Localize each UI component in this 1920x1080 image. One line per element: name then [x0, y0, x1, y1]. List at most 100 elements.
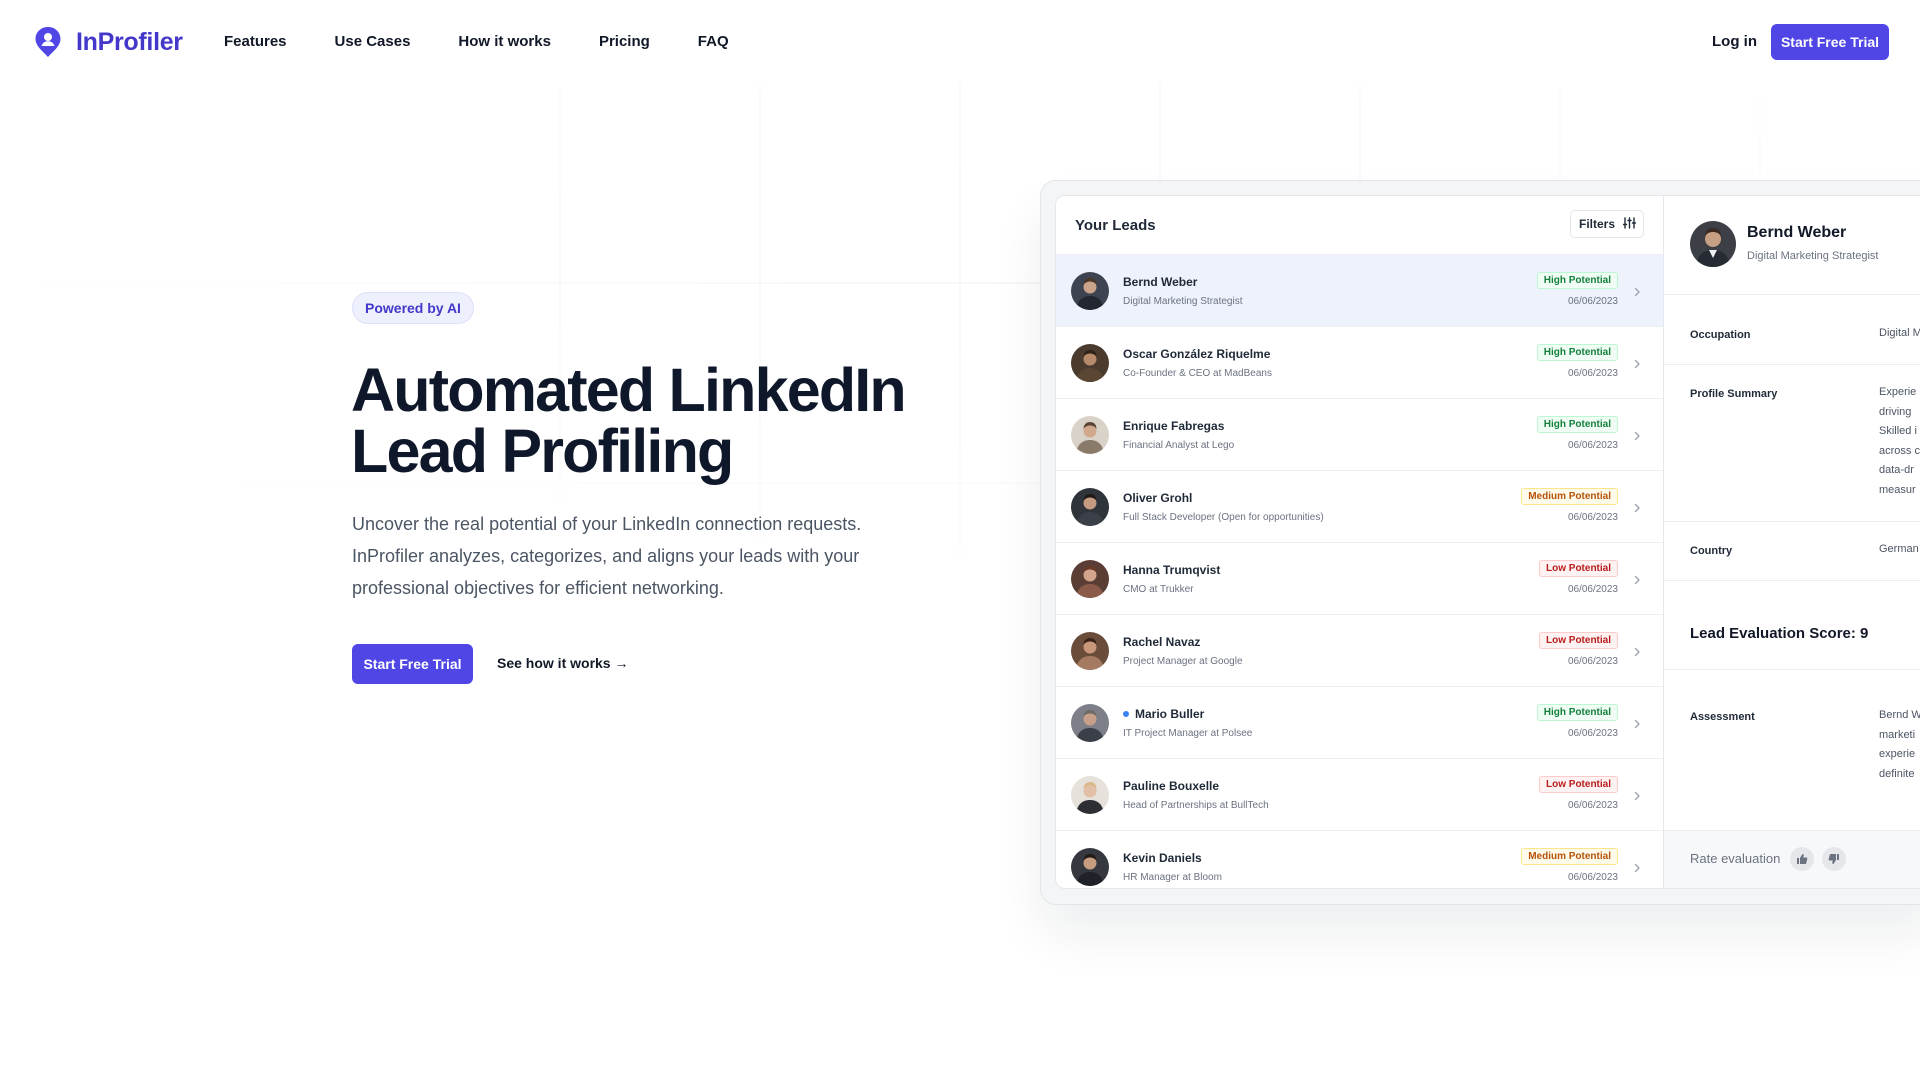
lead-avatar — [1071, 776, 1109, 814]
leads-list: Bernd Weber Digital Marketing Strategist H… — [1056, 255, 1663, 888]
lead-name: Enrique Fabregas — [1123, 419, 1225, 433]
potential-badge: High Potential — [1536, 272, 1618, 289]
lead-date: 06/06/2023 — [1567, 656, 1618, 667]
lead-avatar — [1071, 560, 1109, 598]
chevron-right-icon — [1631, 573, 1643, 585]
assessment-label: Assessment — [1690, 711, 1755, 723]
app-preview-window: Your Leads Filters Bernd Weber Digital Ma… — [1055, 195, 1920, 889]
lead-row[interactable]: Kevin Daniels HR Manager at Bloom Medium P… — [1056, 831, 1663, 888]
lead-name: Oliver Grohl — [1123, 491, 1193, 505]
rate-evaluation-bar: Rate evaluation — [1664, 830, 1920, 888]
lead-name: Pauline Bouxelle — [1123, 779, 1220, 793]
chevron-right-icon — [1631, 717, 1643, 729]
lead-date: 06/06/2023 — [1567, 296, 1618, 307]
lead-name: Oscar González Riquelme — [1123, 347, 1271, 361]
hero-start-trial-button[interactable]: Start Free Trial — [352, 644, 473, 684]
lead-role: HR Manager at Bloom — [1123, 872, 1222, 883]
occupation-value: Digital M — [1879, 327, 1920, 339]
nav-start-trial-button[interactable]: Start Free Trial — [1771, 24, 1889, 60]
see-how-it-works-link[interactable]: See how it works → — [497, 655, 628, 671]
lead-row[interactable]: Bernd Weber Digital Marketing Strategist H… — [1056, 255, 1663, 327]
leads-title: Your Leads — [1075, 217, 1156, 234]
lead-avatar — [1071, 704, 1109, 742]
lead-role: Project Manager at Google — [1123, 656, 1243, 667]
potential-badge: High Potential — [1536, 344, 1618, 361]
thumbs-down-icon[interactable] — [1822, 847, 1846, 871]
chevron-right-icon — [1631, 429, 1643, 441]
lead-detail-panel: Bernd Weber Digital Marketing Strategist… — [1664, 196, 1920, 888]
powered-by-badge: Powered by AI — [352, 292, 474, 324]
divider — [1664, 580, 1920, 581]
profile-summary-label: Profile Summary — [1690, 388, 1778, 400]
chevron-right-icon — [1631, 501, 1643, 513]
lead-role: Co-Founder & CEO at MadBeans — [1123, 368, 1272, 379]
potential-badge: Medium Potential — [1521, 488, 1618, 505]
lead-name: Kevin Daniels — [1123, 851, 1202, 865]
lead-avatar — [1071, 848, 1109, 886]
brand-logo[interactable]: InProfiler — [34, 26, 183, 58]
login-link[interactable]: Log in — [1712, 33, 1757, 50]
leads-panel: Your Leads Filters Bernd Weber Digital Ma… — [1056, 196, 1664, 888]
lead-row[interactable]: Mario Buller IT Project Manager at Polsee… — [1056, 687, 1663, 759]
lead-avatar — [1071, 632, 1109, 670]
unread-dot-icon — [1123, 711, 1129, 717]
nav-link-use-cases[interactable]: Use Cases — [335, 33, 411, 50]
chevron-right-icon — [1631, 645, 1643, 657]
potential-badge: Medium Potential — [1521, 848, 1618, 865]
nav-link-pricing[interactable]: Pricing — [599, 33, 650, 50]
lead-date: 06/06/2023 — [1567, 800, 1618, 811]
nav-link-faq[interactable]: FAQ — [698, 33, 729, 50]
lead-row[interactable]: Enrique Fabregas Financial Analyst at Leg… — [1056, 399, 1663, 471]
assessment-value: Bernd W marketi experie definite — [1879, 709, 1920, 780]
lead-avatar — [1071, 272, 1109, 310]
lead-role: IT Project Manager at Polsee — [1123, 728, 1253, 739]
chevron-right-icon — [1631, 357, 1643, 369]
hero-title-line-1: Automated LinkedIn — [351, 356, 907, 424]
hero-title-line-2: Lead Profiling — [351, 417, 734, 485]
potential-badge: High Potential — [1536, 704, 1618, 721]
sliders-icon — [1622, 216, 1637, 232]
lead-row[interactable]: Rachel Navaz Project Manager at Google Low… — [1056, 615, 1663, 687]
leads-header: Your Leads Filters — [1056, 196, 1663, 255]
profile-summary-value: Experie driving Skilled i across c data-… — [1879, 386, 1920, 496]
filters-label: Filters — [1579, 217, 1616, 231]
lead-row[interactable]: Oscar González Riquelme Co-Founder & CEO … — [1056, 327, 1663, 399]
top-navbar: InProfiler Features Use Cases How it wor… — [0, 0, 1920, 84]
lead-date: 06/06/2023 — [1567, 728, 1618, 739]
logo-pin-icon — [34, 26, 62, 58]
lead-name: Hanna Trumqvist — [1123, 563, 1221, 577]
filters-button[interactable]: Filters — [1570, 210, 1644, 238]
chevron-right-icon — [1631, 861, 1643, 873]
lead-row[interactable]: Oliver Grohl Full Stack Developer (Open f… — [1056, 471, 1663, 543]
divider — [1664, 521, 1920, 522]
nav-link-features[interactable]: Features — [224, 33, 287, 50]
lead-date: 06/06/2023 — [1567, 584, 1618, 595]
potential-badge: Low Potential — [1539, 776, 1618, 793]
thumbs-up-icon[interactable] — [1790, 847, 1814, 871]
nav-link-how-it-works[interactable]: How it works — [458, 33, 551, 50]
lead-name: Mario Buller — [1123, 707, 1204, 721]
lead-row[interactable]: Hanna Trumqvist CMO at Trukker Low Potenti… — [1056, 543, 1663, 615]
chevron-right-icon — [1631, 285, 1643, 297]
chevron-right-icon — [1631, 789, 1643, 801]
divider — [1664, 294, 1920, 295]
potential-badge: High Potential — [1536, 416, 1618, 433]
potential-badge: Low Potential — [1539, 632, 1618, 649]
lead-role: Head of Partnerships at BullTech — [1123, 800, 1269, 811]
lead-role: Digital Marketing Strategist — [1123, 296, 1243, 307]
lead-date: 06/06/2023 — [1567, 368, 1618, 379]
lead-row[interactable]: Pauline Bouxelle Head of Partnerships at … — [1056, 759, 1663, 831]
nav-links: Features Use Cases How it works Pricing … — [224, 33, 729, 50]
rate-evaluation-label: Rate evaluation — [1690, 851, 1781, 866]
lead-date: 06/06/2023 — [1567, 512, 1618, 523]
divider — [1664, 364, 1920, 365]
lead-name: Bernd Weber — [1123, 275, 1198, 289]
divider — [1664, 669, 1920, 670]
potential-badge: Low Potential — [1539, 560, 1618, 577]
lead-role: Financial Analyst at Lego — [1123, 440, 1235, 451]
lead-role: Full Stack Developer (Open for opportuni… — [1123, 512, 1324, 523]
detail-name: Bernd Weber — [1747, 224, 1847, 241]
detail-avatar — [1690, 221, 1736, 267]
country-label: Country — [1690, 545, 1733, 557]
detail-role: Digital Marketing Strategist — [1747, 250, 1879, 262]
